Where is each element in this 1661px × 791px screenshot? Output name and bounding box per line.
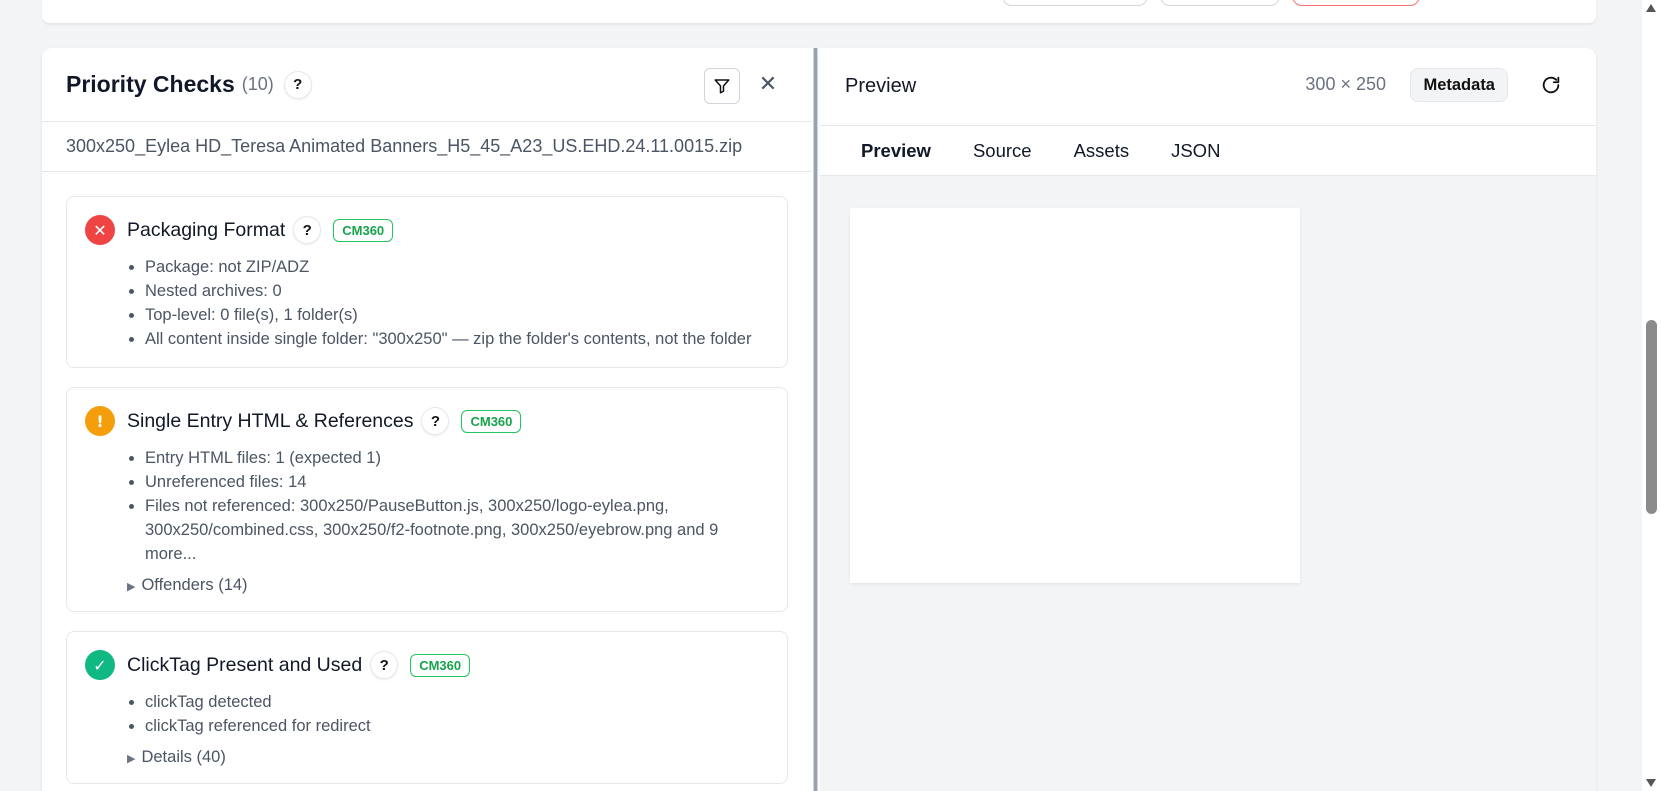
priority-checks-panel: Priority Checks (10) ? ✕ 300x250_Eylea H… (42, 48, 812, 791)
details-toggle[interactable]: ▶ Details (40) (127, 748, 767, 767)
help-button[interactable]: ? (283, 70, 312, 99)
check-title: Single Entry HTML & References (127, 409, 414, 432)
check-detail-item: clickTag detected (145, 690, 767, 714)
preview-title: Preview (845, 75, 917, 97)
panel-header: Priority Checks (10) ? ✕ (42, 48, 812, 122)
preview-header: Preview 300 × 250 Metadata (820, 48, 1596, 126)
check-card: ✕ Packaging Format ? CM360 Package: not … (66, 196, 788, 368)
check-detail-item: Package: not ZIP/ADZ (145, 255, 767, 279)
creative-preview-frame[interactable] (850, 208, 1300, 583)
tab-preview[interactable]: Preview (840, 126, 952, 175)
preview-tabs: Preview Source Assets JSON (820, 126, 1596, 176)
cm360-badge: CM360 (410, 653, 471, 677)
help-button[interactable]: ? (421, 407, 450, 435)
offenders-label: Offenders (14) (141, 576, 248, 594)
toolbar-button[interactable] (1160, 0, 1280, 6)
top-toolbar (42, 0, 1596, 24)
cm360-badge: CM360 (461, 409, 522, 433)
check-title: ClickTag Present and Used (127, 653, 363, 676)
tab-source[interactable]: Source (952, 126, 1053, 175)
package-filename: 300x250_Eylea HD_Teresa Animated Banners… (42, 122, 812, 172)
help-button[interactable]: ? (370, 651, 399, 679)
creative-dimensions: 300 × 250 (1305, 74, 1386, 94)
scrollbar-thumb[interactable] (1646, 320, 1657, 514)
details-label: Details (40) (141, 748, 226, 766)
check-detail-item: Unreferenced files: 14 (145, 470, 767, 494)
check-card: ✓ ClickTag Present and Used ? CM360 clic… (66, 631, 788, 784)
page-scrollbar[interactable] (1642, 0, 1661, 791)
checks-list: ✕ Packaging Format ? CM360 Package: not … (42, 172, 812, 784)
panel-title: Priority Checks (66, 71, 235, 97)
check-detail-item: All content inside single folder: "300x2… (145, 327, 767, 351)
warning-status-icon: ! (85, 406, 115, 436)
scroll-up-icon[interactable] (1646, 4, 1656, 12)
check-card: ! Single Entry HTML & References ? CM360… (66, 387, 788, 612)
check-title: Packaging Format (127, 218, 286, 241)
check-detail-item: Top-level: 0 file(s), 1 folder(s) (145, 303, 767, 327)
caret-right-icon: ▶ (127, 753, 136, 765)
filter-button[interactable] (704, 68, 740, 104)
fail-status-icon: ✕ (85, 215, 115, 245)
check-detail-item: Nested archives: 0 (145, 279, 767, 303)
panel-resize-handle[interactable] (812, 48, 820, 791)
preview-panel: Preview 300 × 250 Metadata Preview Sourc… (820, 48, 1596, 791)
help-button[interactable]: ? (293, 216, 322, 244)
metadata-button[interactable]: Metadata (1410, 68, 1508, 102)
close-button[interactable]: ✕ (754, 70, 782, 98)
tab-assets[interactable]: Assets (1053, 126, 1151, 175)
scroll-down-icon[interactable] (1646, 779, 1656, 787)
refresh-button[interactable] (1536, 70, 1566, 100)
cm360-badge: CM360 (333, 218, 394, 242)
check-detail-item: clickTag referenced for redirect (145, 714, 767, 738)
offenders-toggle[interactable]: ▶ Offenders (14) (127, 576, 767, 595)
toolbar-danger-button[interactable] (1292, 0, 1420, 6)
check-detail-item: Files not referenced: 300x250/PauseButto… (145, 494, 767, 566)
pass-status-icon: ✓ (85, 650, 115, 680)
close-icon: ✕ (758, 71, 778, 97)
checks-count: (10) (241, 74, 274, 94)
refresh-icon (1542, 76, 1560, 94)
tab-json[interactable]: JSON (1150, 126, 1241, 175)
toolbar-button[interactable] (1002, 0, 1148, 6)
check-detail-item: Entry HTML files: 1 (expected 1) (145, 446, 767, 470)
filter-icon (714, 79, 730, 94)
caret-right-icon: ▶ (127, 581, 136, 593)
